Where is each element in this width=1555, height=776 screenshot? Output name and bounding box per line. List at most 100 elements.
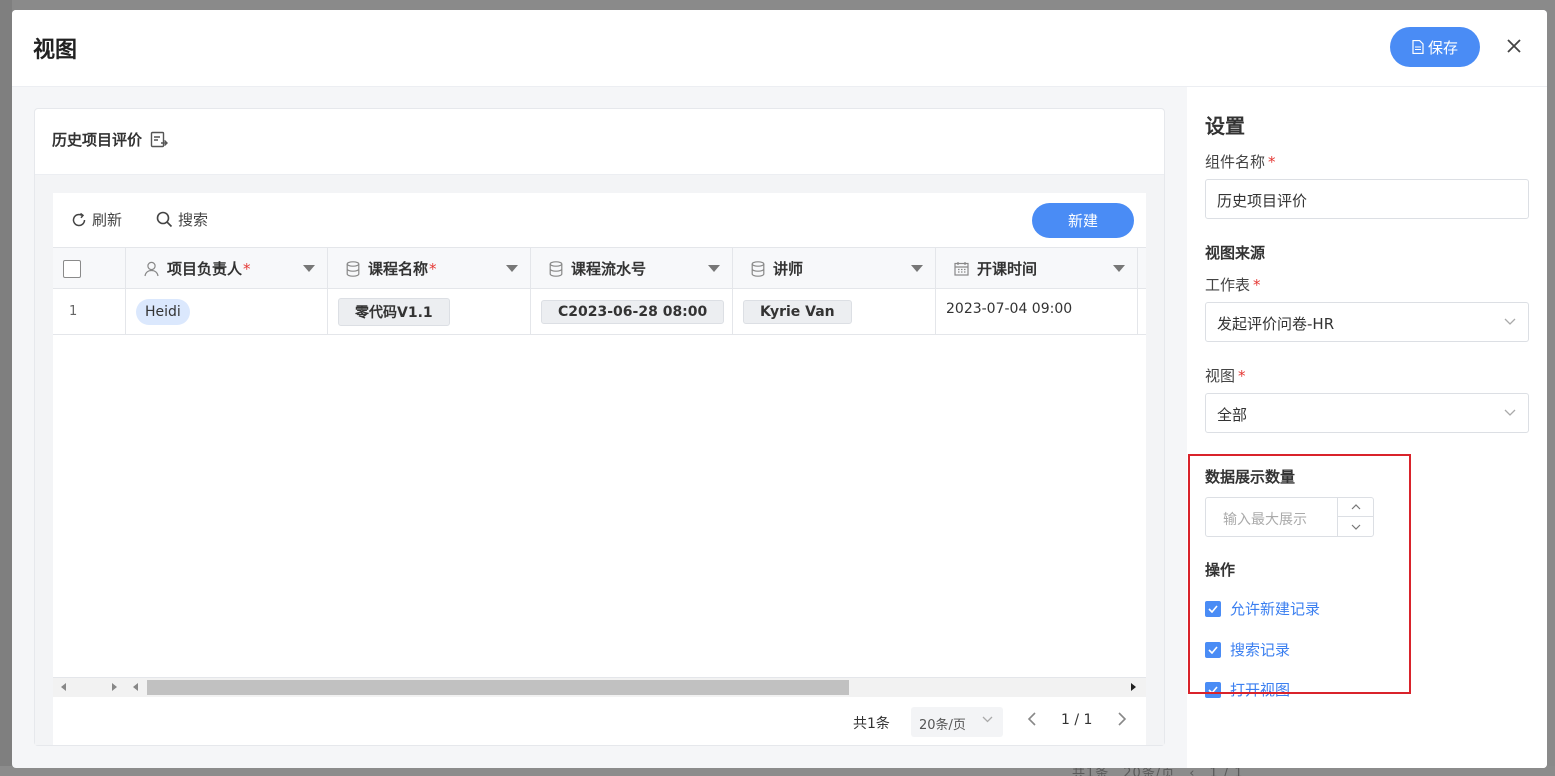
chevron-down-icon xyxy=(1504,409,1516,416)
calendar-icon xyxy=(954,262,969,276)
cell-course[interactable]: 零代码V1.1 xyxy=(328,289,531,334)
pagination: 共1条 20条/页 1 / 1 xyxy=(53,701,1146,745)
prev-page-icon[interactable] xyxy=(1027,711,1037,727)
open-view-icon[interactable] xyxy=(150,131,169,149)
checkbox-checked-icon[interactable] xyxy=(1205,681,1221,698)
relation-chip[interactable]: 零代码V1.1 xyxy=(338,297,450,326)
column-header-owner[interactable]: 项目负责人 * xyxy=(126,248,328,289)
page-size-select[interactable]: 20条/页 xyxy=(911,707,1003,737)
open-view-checkbox[interactable]: 打开视图 xyxy=(1205,679,1290,700)
sheet-label: 工作表 * xyxy=(1205,274,1261,295)
column-label: 项目负责人 xyxy=(167,260,243,278)
required-mark: * xyxy=(1268,153,1276,171)
refresh-button[interactable]: 刷新 xyxy=(71,209,122,230)
cell-start-time[interactable]: 2023-07-04 09:00 xyxy=(936,289,1138,334)
document-icon xyxy=(1412,40,1424,54)
display-count-input[interactable]: 输入最大展示 xyxy=(1205,497,1374,537)
caret-down-icon[interactable] xyxy=(303,265,315,272)
table-row[interactable]: 1 Heidi 零代码V1.1 C2023-06-28 08:00 Kyrie … xyxy=(53,289,1146,335)
settings-panel: 设置 组件名称 * 历史项目评价 视图来源 工作表 * 发起评价问卷-HR 视图 * … xyxy=(1187,87,1547,768)
required-mark: * xyxy=(1253,276,1261,294)
display-count-label: 数据展示数量 xyxy=(1205,468,1296,486)
search-label: 搜索 xyxy=(178,211,209,229)
checkbox-checked-icon[interactable] xyxy=(1205,641,1221,658)
column-label: 课程流水号 xyxy=(571,260,647,278)
label-text: 视图 xyxy=(1205,367,1236,385)
chevron-down-icon xyxy=(1351,524,1360,530)
checkbox-label: 允许新建记录 xyxy=(1230,600,1321,618)
decrement-button[interactable] xyxy=(1338,517,1373,536)
sheet-select[interactable]: 发起评价问卷-HR xyxy=(1205,302,1529,342)
grid-toolbar: 刷新 搜索 新建 xyxy=(53,193,1146,247)
search-button[interactable]: 搜索 xyxy=(156,209,208,230)
widget-body: 刷新 搜索 新建 项目负责人 * 课程名称 * 课程流水号 讲师 开课时间 1 … xyxy=(35,175,1164,745)
column-label: 开课时间 xyxy=(977,260,1038,278)
component-name-input[interactable]: 历史项目评价 xyxy=(1205,179,1529,219)
increment-button[interactable] xyxy=(1338,498,1373,517)
scroll-left-arrow[interactable] xyxy=(61,683,66,691)
scroll-right-arrow[interactable] xyxy=(112,683,117,691)
column-label: 课程名称 xyxy=(368,260,429,278)
table-header: 项目负责人 * 课程名称 * 课程流水号 讲师 开课时间 xyxy=(53,247,1146,289)
row-number: 1 xyxy=(53,289,126,334)
select-all-cell xyxy=(53,248,126,289)
chevron-down-icon xyxy=(1504,318,1516,325)
view-source-label: 视图来源 xyxy=(1205,244,1266,262)
new-record-button[interactable]: 新建 xyxy=(1032,203,1134,238)
chevron-down-icon xyxy=(982,716,993,723)
modal-header: 视图 保存 xyxy=(12,10,1547,87)
column-label: 讲师 xyxy=(773,260,804,278)
save-button[interactable]: 保存 xyxy=(1390,27,1480,67)
caret-down-icon[interactable] xyxy=(506,265,518,272)
view-select[interactable]: 全部 xyxy=(1205,393,1529,433)
view-widget-panel: 历史项目评价 刷新 搜索 新建 项目负责人 * 课程名称 * 课程流水号 讲师 … xyxy=(34,108,1165,746)
display-count-placeholder: 输入最大展示 xyxy=(1223,512,1307,528)
caret-down-icon[interactable] xyxy=(1113,265,1125,272)
refresh-icon xyxy=(72,212,86,226)
close-icon xyxy=(1507,39,1521,53)
refresh-label: 刷新 xyxy=(92,211,123,229)
total-count: 共1条 xyxy=(853,716,890,732)
label-text: 工作表 xyxy=(1205,276,1251,294)
allow-new-record-checkbox[interactable]: 允许新建记录 xyxy=(1205,598,1320,619)
view-label: 视图 * xyxy=(1205,365,1246,386)
horizontal-scrollbar[interactable] xyxy=(53,677,1146,697)
scrollbar-thumb[interactable] xyxy=(147,680,849,695)
cell-serial[interactable]: C2023-06-28 08:00 xyxy=(531,289,733,334)
actions-label: 操作 xyxy=(1205,561,1236,579)
label-text: 组件名称 xyxy=(1205,153,1266,171)
column-header-teacher[interactable]: 讲师 xyxy=(733,248,936,289)
relation-chip[interactable]: C2023-06-28 08:00 xyxy=(541,299,725,324)
component-name-label: 组件名称 * xyxy=(1205,151,1276,172)
view-modal: 视图 保存 历史项目评价 刷新 搜索 新建 项目负责人 * 课程名称 * 课程流… xyxy=(12,10,1547,768)
search-records-checkbox[interactable]: 搜索记录 xyxy=(1205,639,1290,660)
column-header-course[interactable]: 课程名称 * xyxy=(328,248,531,289)
close-button[interactable] xyxy=(1502,34,1526,58)
view-select-value: 全部 xyxy=(1217,406,1248,424)
next-page-icon[interactable] xyxy=(1117,711,1127,727)
checkbox-checked-icon[interactable] xyxy=(1205,600,1221,617)
checkbox-label: 打开视图 xyxy=(1230,681,1291,699)
page-size-value: 20条/页 xyxy=(919,718,966,733)
cell-owner[interactable]: Heidi xyxy=(126,289,328,334)
database-icon xyxy=(346,260,360,277)
caret-down-icon[interactable] xyxy=(911,265,923,272)
column-header-serial[interactable]: 课程流水号 xyxy=(531,248,733,289)
select-all-checkbox[interactable] xyxy=(63,259,81,278)
sheet-select-value: 发起评价问卷-HR xyxy=(1217,315,1335,333)
caret-down-icon[interactable] xyxy=(708,265,720,272)
backdrop-left xyxy=(0,0,12,776)
scroll-left-arrow[interactable] xyxy=(133,683,138,691)
relation-chip[interactable]: Kyrie Van xyxy=(743,299,852,324)
column-header-start-time[interactable]: 开课时间 xyxy=(936,248,1138,289)
database-icon xyxy=(751,260,765,277)
scroll-right-arrow[interactable] xyxy=(1131,683,1136,691)
required-mark: * xyxy=(243,259,251,278)
chevron-up-icon xyxy=(1351,504,1360,510)
required-mark: * xyxy=(429,259,437,278)
user-icon xyxy=(144,261,159,276)
required-mark: * xyxy=(1238,367,1246,385)
user-chip[interactable]: Heidi xyxy=(136,298,190,325)
search-icon xyxy=(156,211,173,228)
cell-teacher[interactable]: Kyrie Van xyxy=(733,289,936,334)
